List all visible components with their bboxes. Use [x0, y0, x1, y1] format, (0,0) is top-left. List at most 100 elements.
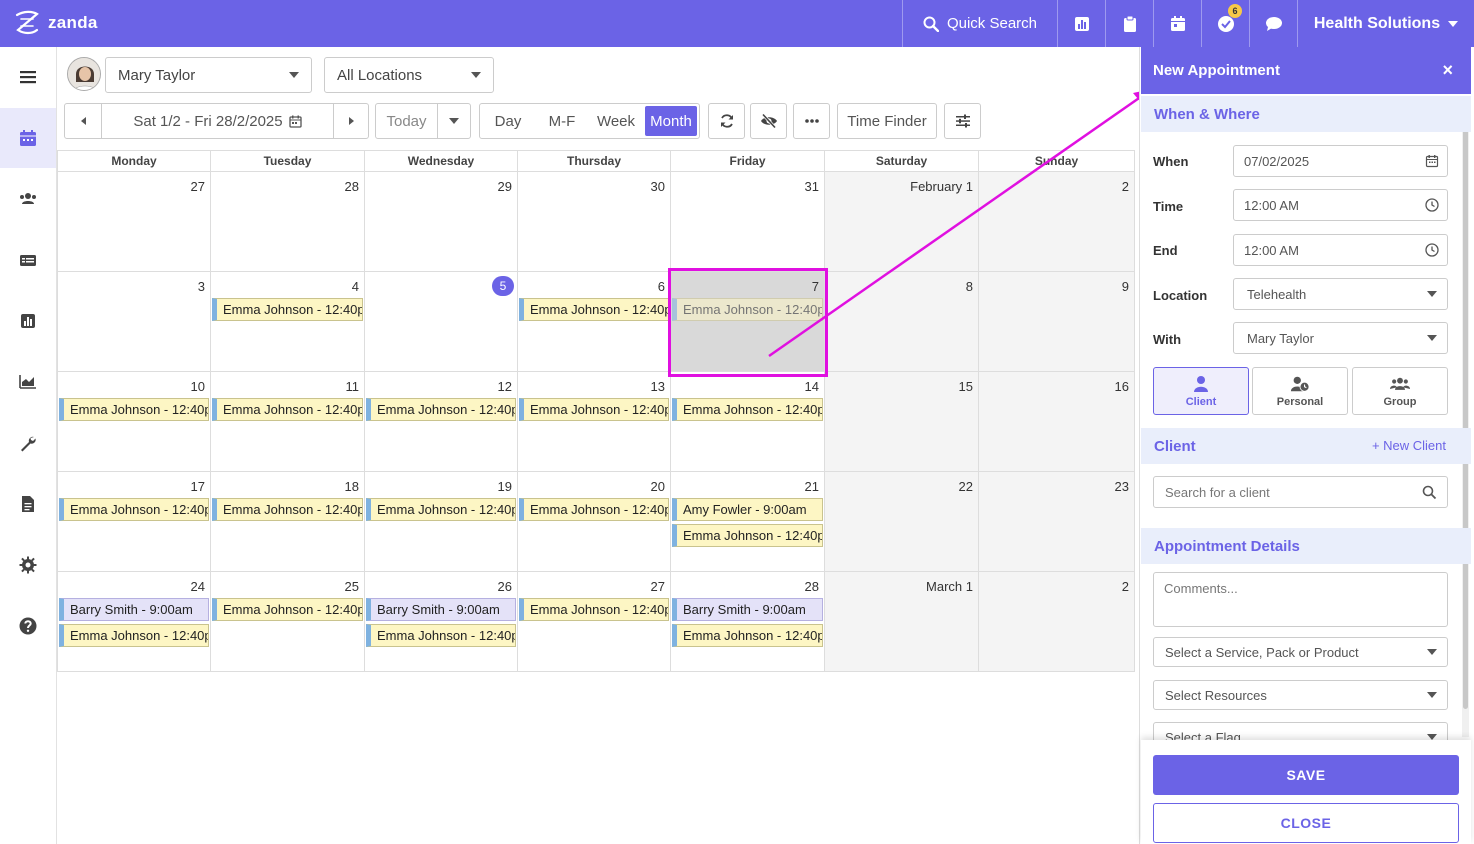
- appointment-event[interactable]: Emma Johnson - 12:40pm: [519, 298, 669, 321]
- client-search-input[interactable]: Search for a client: [1153, 476, 1448, 508]
- date-range-picker[interactable]: Sat 1/2 - Fri 28/2/2025: [101, 103, 334, 139]
- calendar-day-cell[interactable]: 15: [825, 372, 979, 472]
- time-finder-button[interactable]: Time Finder: [837, 103, 937, 139]
- calendar-day-cell[interactable]: 2: [979, 172, 1135, 272]
- type-client-button[interactable]: Client: [1153, 367, 1249, 415]
- time-field[interactable]: 12:00 AM: [1233, 189, 1448, 221]
- sidebar-item-clients[interactable]: [0, 169, 56, 229]
- calendar-day-cell[interactable]: 28 Barry Smith - 9:00am Emma Johnson - 12:…: [671, 572, 825, 672]
- view-mf-button[interactable]: M-F: [538, 103, 586, 139]
- sidebar-item-tools[interactable]: [0, 413, 56, 473]
- close-icon[interactable]: ×: [1442, 60, 1453, 81]
- calendar-day-cell[interactable]: 21 Amy Fowler - 9:00am Emma Johnson - 12:4…: [671, 472, 825, 572]
- appointment-event[interactable]: Barry Smith - 9:00am: [59, 598, 209, 621]
- chat-button[interactable]: [1249, 0, 1297, 47]
- calendar-day-cell[interactable]: 31: [671, 172, 825, 272]
- refresh-button[interactable]: [708, 103, 745, 139]
- appointment-event[interactable]: Emma Johnson - 12:40pm: [59, 498, 209, 521]
- save-button[interactable]: SAVE: [1153, 755, 1459, 795]
- clipboard-button[interactable]: [1105, 0, 1153, 47]
- toggle-visibility-button[interactable]: [750, 103, 787, 139]
- calendar-day-cell[interactable]: 4 Emma Johnson - 12:40pm: [211, 272, 365, 372]
- previous-period-button[interactable]: [64, 103, 102, 139]
- sidebar-item-settings[interactable]: [0, 535, 56, 595]
- calendar-day-cell[interactable]: 23: [979, 472, 1135, 572]
- comments-textarea[interactable]: Comments...: [1153, 572, 1448, 627]
- appointment-event[interactable]: Emma Johnson - 12:40pm: [672, 298, 823, 321]
- appointment-event[interactable]: Emma Johnson - 12:40pm: [212, 398, 363, 421]
- calendar-day-cell[interactable]: 7 Emma Johnson - 12:40pm: [671, 272, 825, 372]
- sidebar-item-calendar[interactable]: [0, 108, 56, 168]
- appointment-event[interactable]: Emma Johnson - 12:40pm: [59, 624, 209, 647]
- calendar-day-cell[interactable]: 30: [518, 172, 671, 272]
- date-field[interactable]: 07/02/2025: [1233, 145, 1448, 177]
- calendar-day-cell[interactable]: 26 Barry Smith - 9:00am Emma Johnson - 12:…: [365, 572, 518, 672]
- calendar-day-cell[interactable]: 27: [57, 172, 211, 272]
- appointment-event[interactable]: Emma Johnson - 12:40pm: [59, 398, 209, 421]
- service-select[interactable]: Select a Service, Pack or Product: [1153, 637, 1448, 667]
- type-group-button[interactable]: Group: [1352, 367, 1448, 415]
- view-month-button[interactable]: Month: [645, 106, 697, 136]
- appointment-event[interactable]: Emma Johnson - 12:40pm: [672, 524, 823, 547]
- appointment-event[interactable]: Emma Johnson - 12:40pm: [212, 598, 363, 621]
- organization-menu[interactable]: Health Solutions: [1297, 0, 1474, 47]
- appointment-event[interactable]: Emma Johnson - 12:40pm: [519, 398, 669, 421]
- today-button[interactable]: Today: [375, 103, 438, 139]
- calendar-day-cell[interactable]: 6 Emma Johnson - 12:40pm: [518, 272, 671, 372]
- appointment-event[interactable]: Emma Johnson - 12:40pm: [212, 498, 363, 521]
- location-select[interactable]: All Locations: [324, 57, 494, 93]
- calendar-day-cell[interactable]: 2: [979, 572, 1135, 672]
- filter-settings-button[interactable]: [944, 103, 981, 139]
- view-day-button[interactable]: Day: [484, 103, 532, 139]
- location-dropdown[interactable]: Telehealth: [1233, 278, 1448, 310]
- appointment-event[interactable]: Emma Johnson - 12:40pm: [366, 398, 516, 421]
- calendar-day-cell[interactable]: 27 Emma Johnson - 12:40pm: [518, 572, 671, 672]
- calendar-button[interactable]: [1153, 0, 1201, 47]
- calendar-day-cell[interactable]: 12 Emma Johnson - 12:40pm: [365, 372, 518, 472]
- calendar-day-cell[interactable]: 17 Emma Johnson - 12:40pm: [57, 472, 211, 572]
- sidebar-item-help[interactable]: [0, 596, 56, 656]
- appointment-event[interactable]: Barry Smith - 9:00am: [672, 598, 823, 621]
- quick-search-button[interactable]: Quick Search: [902, 0, 1057, 47]
- end-time-field[interactable]: 12:00 AM: [1233, 234, 1448, 266]
- today-dropdown-button[interactable]: [437, 103, 471, 139]
- appointment-event[interactable]: Emma Johnson - 12:40pm: [672, 398, 823, 421]
- zanda-logo[interactable]: zanda: [12, 8, 98, 38]
- tasks-button[interactable]: 6: [1201, 0, 1249, 47]
- sidebar-item-analytics[interactable]: [0, 352, 56, 412]
- calendar-day-cell[interactable]: 18 Emma Johnson - 12:40pm: [211, 472, 365, 572]
- close-button[interactable]: CLOSE: [1153, 803, 1459, 843]
- sidebar-item-billing[interactable]: [0, 230, 56, 290]
- appointment-event[interactable]: Emma Johnson - 12:40pm: [212, 298, 363, 321]
- appointment-event[interactable]: Emma Johnson - 12:40pm: [366, 498, 516, 521]
- calendar-day-cell[interactable]: 25 Emma Johnson - 12:40pm: [211, 572, 365, 672]
- calendar-day-cell[interactable]: 28: [211, 172, 365, 272]
- calendar-day-cell[interactable]: 14 Emma Johnson - 12:40pm: [671, 372, 825, 472]
- calendar-day-cell[interactable]: 20 Emma Johnson - 12:40pm: [518, 472, 671, 572]
- calendar-day-cell[interactable]: 16: [979, 372, 1135, 472]
- next-period-button[interactable]: [333, 103, 369, 139]
- calendar-day-cell[interactable]: 29: [365, 172, 518, 272]
- more-options-button[interactable]: [793, 103, 830, 139]
- appointment-event[interactable]: Emma Johnson - 12:40pm: [519, 598, 669, 621]
- appointment-event[interactable]: Amy Fowler - 9:00am: [672, 498, 823, 521]
- view-week-button[interactable]: Week: [592, 103, 640, 139]
- practitioner-select[interactable]: Mary Taylor: [105, 57, 312, 93]
- resources-select[interactable]: Select Resources: [1153, 680, 1448, 710]
- with-dropdown[interactable]: Mary Taylor: [1233, 322, 1448, 354]
- sidebar-item-reports[interactable]: [0, 291, 56, 351]
- new-client-link[interactable]: + New Client: [1372, 438, 1446, 453]
- calendar-day-cell[interactable]: March 1: [825, 572, 979, 672]
- type-personal-button[interactable]: Personal: [1252, 367, 1348, 415]
- calendar-day-cell[interactable]: 13 Emma Johnson - 12:40pm: [518, 372, 671, 472]
- calendar-day-cell[interactable]: 24 Barry Smith - 9:00am Emma Johnson - 12:…: [57, 572, 211, 672]
- calendar-day-cell[interactable]: 10 Emma Johnson - 12:40pm: [57, 372, 211, 472]
- sidebar-menu-toggle[interactable]: [0, 47, 56, 107]
- appointment-event[interactable]: Emma Johnson - 12:40pm: [672, 624, 823, 647]
- calendar-day-cell[interactable]: 3: [57, 272, 211, 372]
- reports-button[interactable]: [1057, 0, 1105, 47]
- appointment-event[interactable]: Emma Johnson - 12:40pm: [366, 624, 516, 647]
- calendar-day-cell[interactable]: 9: [979, 272, 1135, 372]
- calendar-day-cell[interactable]: 22: [825, 472, 979, 572]
- calendar-day-cell[interactable]: 11 Emma Johnson - 12:40pm: [211, 372, 365, 472]
